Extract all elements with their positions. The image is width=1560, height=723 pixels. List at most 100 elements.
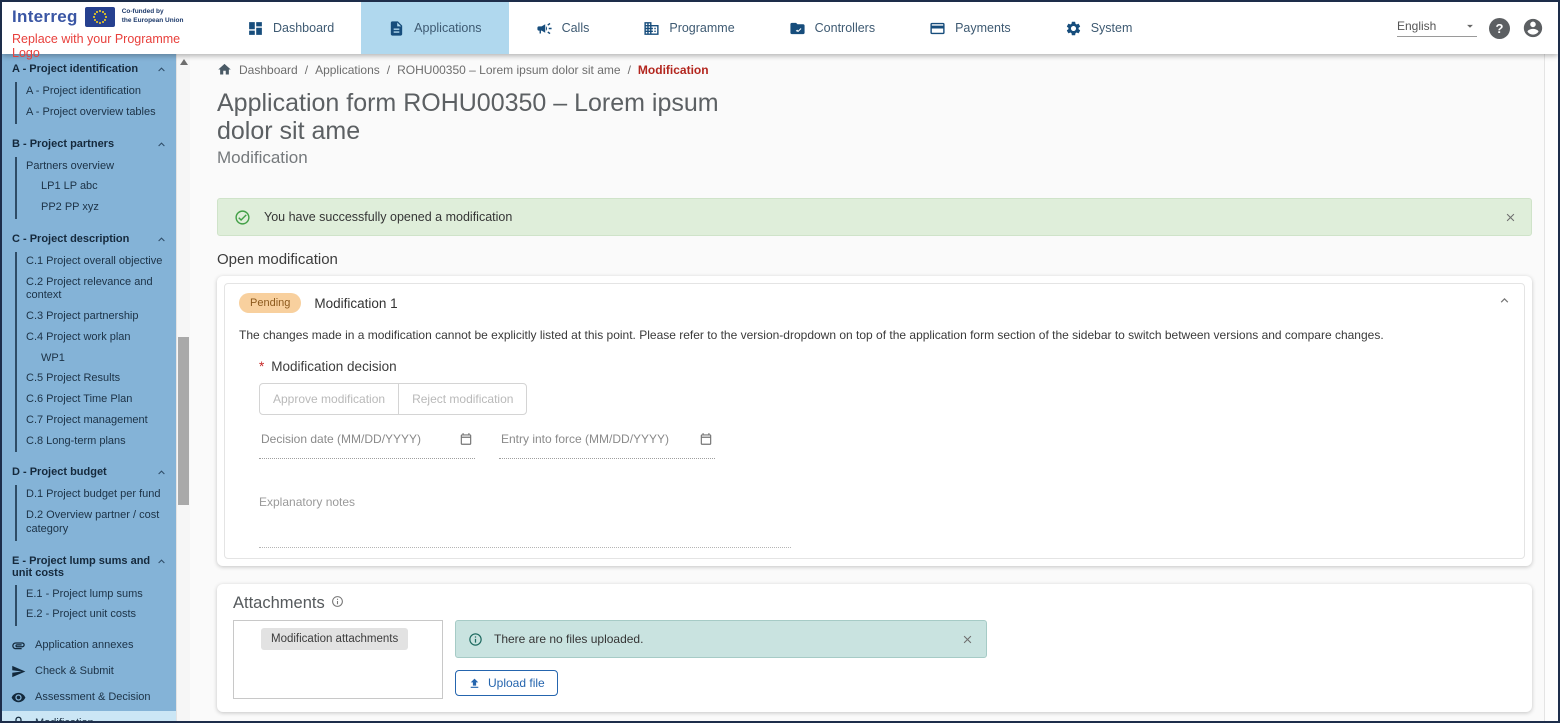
explanatory-notes-input[interactable] xyxy=(259,547,791,548)
sidebar-item-check-submit[interactable]: Check & Submit xyxy=(2,659,176,685)
nav-programme[interactable]: Programme xyxy=(616,2,761,54)
app-window: Interreg Co-funded by the European Union… xyxy=(0,0,1560,723)
eu-flag-icon xyxy=(85,7,115,27)
eu-funding-line1: Co-funded by xyxy=(122,8,164,15)
entry-into-force-label: Entry into force (MM/DD/YYYY) xyxy=(501,432,669,446)
nav-label: Dashboard xyxy=(273,21,334,35)
sidebar-item-project-identification[interactable]: A - Project identification xyxy=(26,82,170,103)
sidebar-item-lp1[interactable]: LP1 LP abc xyxy=(26,177,170,198)
sidebar-item-project-overview-tables[interactable]: A - Project overview tables xyxy=(26,103,170,124)
sidebar-section-b: B - Project partners Partners overview L… xyxy=(2,129,176,224)
nav-applications[interactable]: Applications xyxy=(361,2,508,54)
building-icon xyxy=(643,20,660,37)
home-icon[interactable] xyxy=(217,62,232,77)
section-title: D - Project budget xyxy=(12,466,107,478)
sidebar-tools: Application annexes Check & Submit Asses… xyxy=(2,633,176,721)
nav-label: System xyxy=(1091,21,1133,35)
section-title: A - Project identification xyxy=(12,63,138,75)
help-icon: ? xyxy=(1496,21,1504,36)
attachment-icon xyxy=(11,638,26,653)
payment-card-icon xyxy=(929,20,946,37)
close-icon[interactable] xyxy=(961,633,974,646)
decision-label: Modification decision xyxy=(271,359,396,374)
nav-label: Applications xyxy=(414,21,481,35)
section-title: B - Project partners xyxy=(12,138,114,150)
status-badge: Pending xyxy=(239,293,301,313)
breadcrumb-dashboard[interactable]: Dashboard xyxy=(239,63,298,77)
sidebar-item-c4[interactable]: C.4 Project work plan xyxy=(26,328,170,349)
language-value: English xyxy=(1397,19,1436,33)
scrollbar-thumb[interactable] xyxy=(178,337,189,505)
sidebar-item-modification[interactable]: Modification xyxy=(2,711,176,721)
entry-into-force-field[interactable]: Entry into force (MM/DD/YYYY) xyxy=(499,432,715,459)
chevron-up-icon xyxy=(155,138,168,151)
sidebar-item-application-annexes[interactable]: Application annexes xyxy=(2,633,176,659)
breadcrumb-separator: / xyxy=(628,63,631,77)
nav-dashboard[interactable]: Dashboard xyxy=(220,2,361,54)
nav-system[interactable]: System xyxy=(1038,2,1160,54)
nav-controllers[interactable]: Controllers xyxy=(762,2,902,54)
interreg-brand: Interreg xyxy=(12,7,78,27)
sidebar-item-c8[interactable]: C.8 Long-term plans xyxy=(26,432,170,453)
sidebar-item-e2[interactable]: E.2 - Project unit costs xyxy=(26,605,170,626)
sidebar-item-partners-overview[interactable]: Partners overview xyxy=(26,157,170,178)
logo-placeholder-text: Replace with your Programme Logo xyxy=(12,32,202,60)
sidebar-item-c3[interactable]: C.3 Project partnership xyxy=(26,307,170,328)
section-title: C - Project description xyxy=(12,233,129,245)
decision-button-group: Approve modification Reject modification xyxy=(259,383,527,415)
calendar-icon[interactable] xyxy=(699,432,713,446)
main-nav: Dashboard Applications Calls Programme C… xyxy=(220,2,1397,54)
upload-label: Upload file xyxy=(488,676,545,690)
sidebar-scrollbar[interactable] xyxy=(176,54,190,721)
nav-label: Payments xyxy=(955,21,1011,35)
sidebar-section-d-header[interactable]: D - Project budget xyxy=(12,464,170,482)
approve-modification-button[interactable]: Approve modification xyxy=(259,383,399,415)
chevron-up-icon xyxy=(155,555,168,568)
sidebar-section-b-header[interactable]: B - Project partners xyxy=(12,136,170,154)
sidebar-item-c2[interactable]: C.2 Project relevance and context xyxy=(26,273,170,308)
tab-modification-attachments[interactable]: Modification attachments xyxy=(261,628,408,650)
language-select[interactable]: English xyxy=(1397,19,1477,37)
modification-decision-block: *Modification decision Approve modificat… xyxy=(259,359,1510,548)
decision-date-field[interactable]: Decision date (MM/DD/YYYY) xyxy=(259,432,475,459)
no-files-message: There are no files uploaded. xyxy=(494,632,950,646)
sidebar-item-assessment-decision[interactable]: Assessment & Decision xyxy=(2,685,176,711)
breadcrumb-modification: Modification xyxy=(638,63,709,77)
collapse-chevron-icon[interactable] xyxy=(1497,293,1512,313)
breadcrumb-project[interactable]: ROHU00350 – Lorem ipsum dolor sit ame xyxy=(397,63,620,77)
page-title: Application form ROHU00350 – Lorem ipsum… xyxy=(217,90,775,145)
help-button[interactable]: ? xyxy=(1489,18,1510,39)
sidebar-item-d1[interactable]: D.1 Project budget per fund xyxy=(26,485,170,506)
nav-label: Calls xyxy=(562,21,590,35)
page-scrollbar[interactable] xyxy=(1544,54,1558,721)
open-modification-heading: Open modification xyxy=(217,251,1532,268)
modification-description: The changes made in a modification canno… xyxy=(239,328,1510,342)
upload-file-button[interactable]: Upload file xyxy=(455,670,558,696)
calendar-icon[interactable] xyxy=(459,432,473,446)
sidebar-item-c5[interactable]: C.5 Project Results xyxy=(26,369,170,390)
sidebar-section-a-header[interactable]: A - Project identification xyxy=(12,61,170,79)
document-icon xyxy=(388,20,405,37)
send-icon xyxy=(11,664,26,679)
sidebar-item-d2[interactable]: D.2 Overview partner / cost category xyxy=(26,506,170,541)
sidebar-section-d: D - Project budget D.1 Project budget pe… xyxy=(2,457,176,545)
breadcrumb-applications[interactable]: Applications xyxy=(315,63,380,77)
sidebar-item-e1[interactable]: E.1 - Project lump sums xyxy=(26,585,170,606)
reject-modification-button[interactable]: Reject modification xyxy=(398,383,527,415)
sidebar-item-pp2[interactable]: PP2 PP xyz xyxy=(26,198,170,219)
sidebar-item-wp1[interactable]: WP1 xyxy=(26,349,170,370)
close-icon[interactable] xyxy=(1504,211,1517,224)
nav-calls[interactable]: Calls xyxy=(509,2,617,54)
info-icon[interactable] xyxy=(331,594,344,613)
nav-payments[interactable]: Payments xyxy=(902,2,1038,54)
account-button[interactable] xyxy=(1522,17,1544,39)
sidebar-item-c7[interactable]: C.7 Project management xyxy=(26,411,170,432)
decision-label-row: *Modification decision xyxy=(259,359,1510,374)
dashboard-icon xyxy=(247,20,264,37)
nav-label: Programme xyxy=(669,21,734,35)
sidebar-item-c6[interactable]: C.6 Project Time Plan xyxy=(26,390,170,411)
sidebar-section-c-header[interactable]: C - Project description xyxy=(12,231,170,249)
sidebar-section-e-header[interactable]: E - Project lump sums and unit costs xyxy=(12,553,170,582)
sidebar-item-c1[interactable]: C.1 Project overall objective xyxy=(26,252,170,273)
chevron-up-icon xyxy=(155,233,168,246)
